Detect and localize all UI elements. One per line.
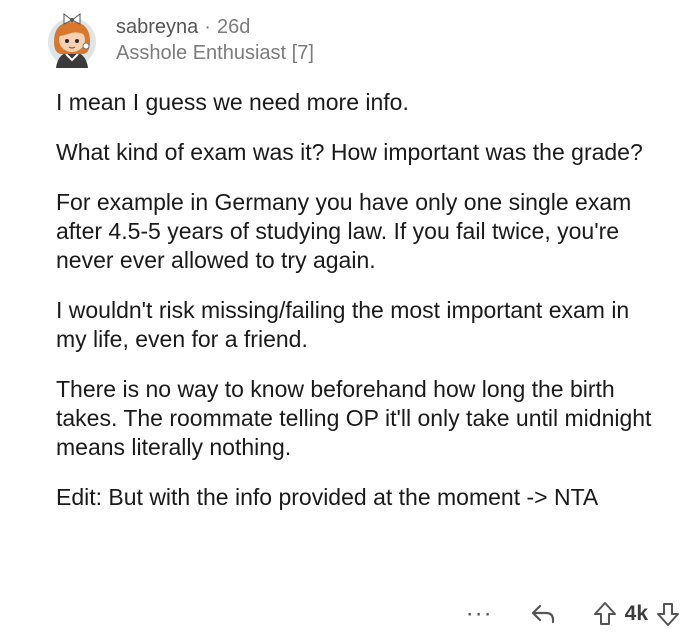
comment-paragraph: I wouldn't risk missing/failing the most…: [56, 297, 630, 352]
comment-paragraph: Edit: But with the info provided at the …: [56, 484, 599, 510]
comment-paragraph: There is no way to know beforehand how l…: [56, 376, 652, 460]
avatar[interactable]: [46, 8, 102, 68]
meta-line: sabreyna · 26d: [116, 14, 314, 40]
comment-meta: sabreyna · 26d Asshole Enthusiast [7]: [116, 14, 314, 66]
comment-body: I mean I guess we need more info. What k…: [56, 88, 656, 533]
comment-age: 26d: [216, 16, 251, 38]
comment-header: sabreyna · 26d Asshole Enthusiast [7]: [46, 8, 314, 74]
vote-count: 4k: [624, 602, 648, 625]
reply-icon[interactable]: [529, 600, 557, 628]
comment-paragraph: What kind of exam was it? How important …: [56, 139, 643, 165]
comment-paragraph: For example in Germany you have only one…: [56, 189, 632, 273]
user-flair[interactable]: Asshole Enthusiast [7]: [116, 40, 314, 66]
meta-separator: ·: [204, 16, 211, 38]
comment-paragraph: I mean I guess we need more info.: [56, 89, 409, 115]
comment-actions: ··· 4k: [466, 596, 682, 632]
comment: sabreyna · 26d Asshole Enthusiast [7] I …: [0, 0, 700, 641]
downvote-icon[interactable]: [654, 600, 682, 628]
more-icon[interactable]: ···: [466, 602, 493, 626]
upvote-icon[interactable]: [591, 600, 619, 628]
username[interactable]: sabreyna: [116, 14, 198, 40]
